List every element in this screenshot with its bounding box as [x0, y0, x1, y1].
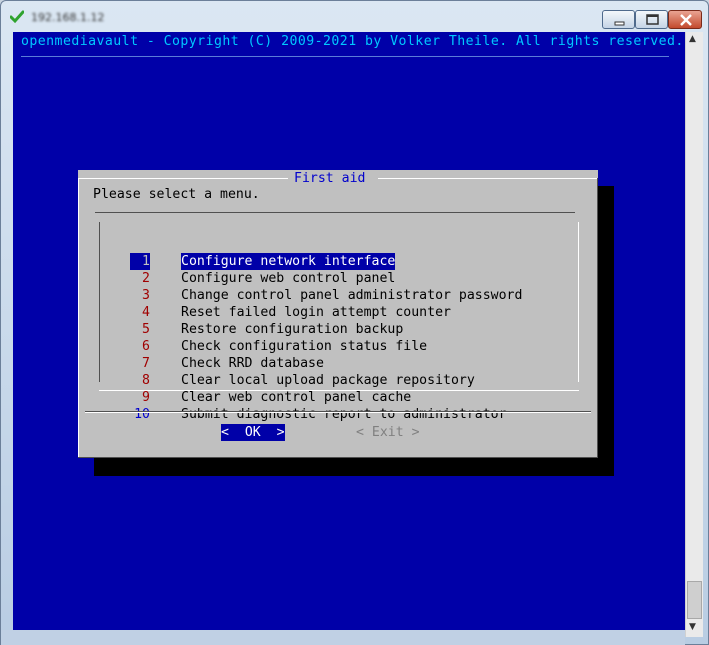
title-bar[interactable]: 192.168.1.12 [1, 1, 708, 33]
scroll-up-arrow-icon[interactable]: ▲ [689, 34, 696, 44]
menu-item-change-password[interactable]: 3 Change control panel administrator pas… [85, 287, 582, 304]
terminal-area[interactable]: openmediavault - Copyright (C) 2009-2021… [13, 32, 685, 630]
menu-item-label: Submit diagnostic report to administrato… [181, 407, 507, 422]
menu-item-number: 10 [134, 407, 150, 422]
dialog-border [597, 178, 598, 458]
menu-item-check-status-file[interactable]: 6 Check configuration status file [85, 338, 582, 355]
exit-button[interactable]: < Exit > [356, 424, 426, 441]
menu-item-label: Configure network interface [181, 253, 396, 270]
menu-item-reset-login-counter[interactable]: 4 Reset failed login attempt counter [85, 304, 582, 321]
menu-item-number: 6 [142, 339, 150, 354]
menu-item-number: 3 [142, 288, 150, 303]
menu-list: 1 Configure network interface 2 Configur… [85, 210, 582, 422]
menu-item-label: Clear web control panel cache [181, 390, 412, 405]
menu-item-number: 4 [142, 305, 150, 320]
putty-window: 192.168.1.12 openmediavault - Copyright … [0, 0, 709, 645]
menu-item-label: Check RRD database [181, 356, 324, 371]
copyright-text: openmediavault - Copyright (C) 2009-2021… [21, 34, 684, 49]
menu-item-number: 5 [142, 322, 150, 337]
close-button[interactable] [668, 10, 702, 29]
scroll-thumb[interactable] [687, 581, 702, 619]
vertical-scrollbar[interactable]: ▲ ▼ [685, 32, 703, 637]
maximize-icon [646, 14, 659, 25]
header-divider [21, 56, 669, 57]
menu-item-number: 2 [142, 271, 150, 286]
dialog-title: First aid [292, 170, 368, 187]
menu-item-label: Change control panel administrator passw… [181, 288, 523, 303]
dialog-border [378, 178, 598, 179]
menu-item-number: 1 [130, 253, 150, 270]
window-bottom-frame [1, 630, 685, 645]
first-aid-dialog: First aid Please select a menu. 1 Config… [78, 170, 598, 458]
dialog-border [78, 457, 598, 458]
dialog-border [78, 178, 79, 458]
button-separator [85, 412, 591, 413]
dialog-prompt: Please select a menu. [93, 187, 260, 202]
menu-item-label: Reset failed login attempt counter [181, 305, 451, 320]
menu-item-check-rrd[interactable]: 7 Check RRD database [85, 355, 582, 372]
menu-item-label: Clear local upload package repository [181, 373, 475, 388]
green-check-icon [10, 10, 24, 24]
menu-item-number: 8 [142, 373, 150, 388]
menu-item-label: Check configuration status file [181, 339, 428, 354]
menu-item-clear-web-cache[interactable]: 9 Clear web control panel cache [85, 389, 582, 406]
menu-item-label: Restore configuration backup [181, 322, 404, 337]
menu-item-number: 7 [142, 356, 150, 371]
window-title: 192.168.1.12 [31, 11, 105, 24]
menu-item-clear-upload-repo[interactable]: 8 Clear local upload package repository [85, 372, 582, 389]
menu-item-number: 9 [142, 390, 150, 405]
close-icon [680, 14, 692, 26]
menu-item-configure-network[interactable]: 1 Configure network interface [85, 253, 582, 270]
menu-item-submit-report[interactable]: 10 Submit diagnostic report to administr… [85, 406, 582, 423]
minimize-button[interactable] [602, 10, 635, 29]
ok-button[interactable]: < OK > [221, 424, 285, 441]
maximize-button[interactable] [635, 10, 668, 29]
menu-item-label: Configure web control panel [181, 271, 396, 286]
menu-item-restore-backup[interactable]: 5 Restore configuration backup [85, 321, 582, 338]
scroll-down-arrow-icon[interactable]: ▼ [689, 622, 696, 632]
menu-item-configure-web-panel[interactable]: 2 Configure web control panel [85, 270, 582, 287]
dialog-border [78, 178, 288, 179]
minimize-icon [614, 21, 625, 26]
